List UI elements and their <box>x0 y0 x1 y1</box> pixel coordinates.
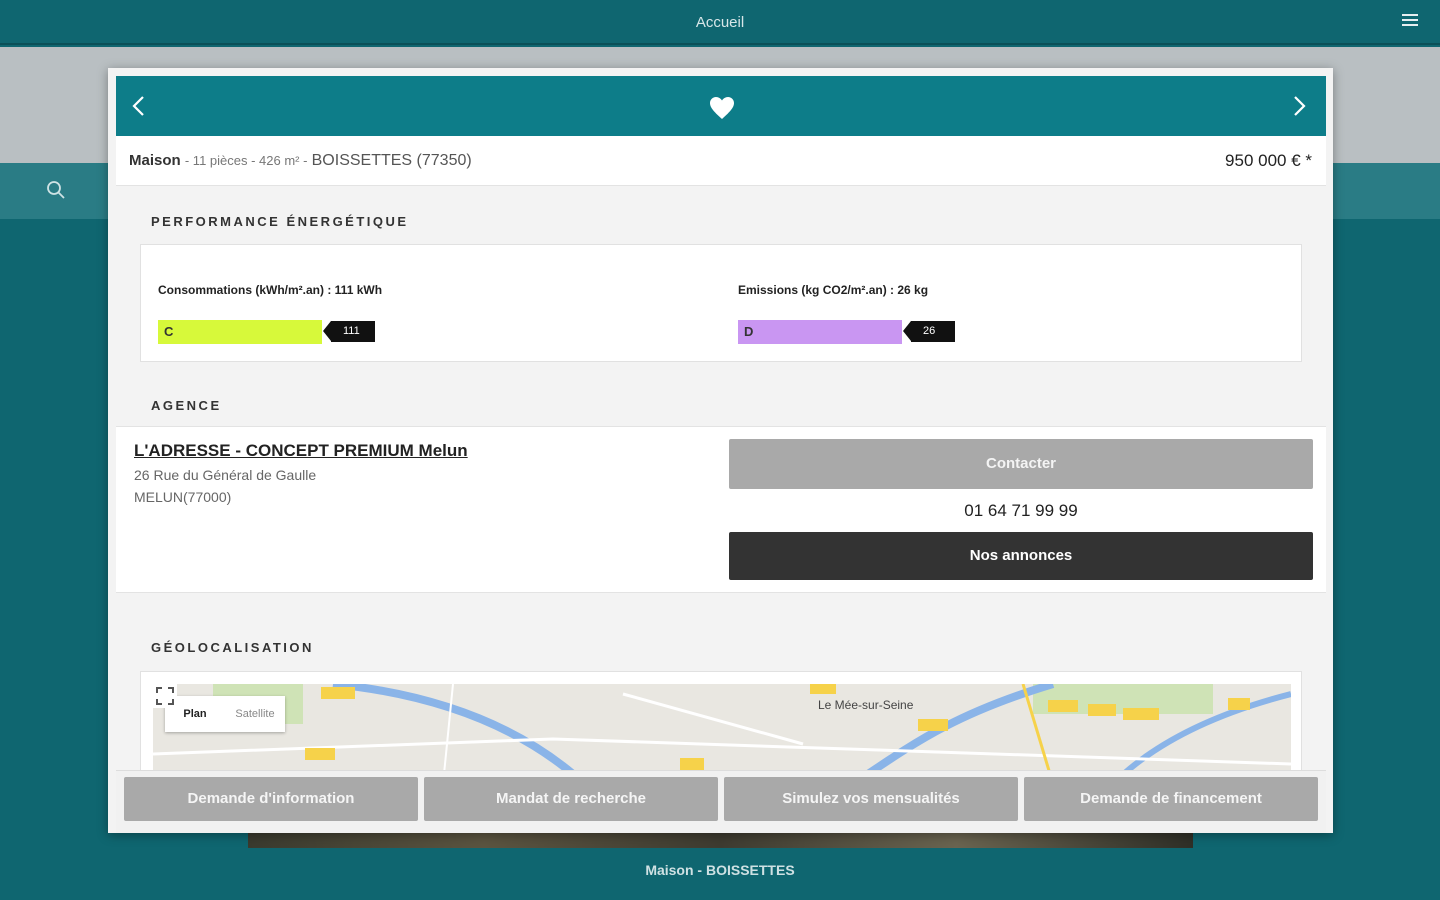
search-mandate-button[interactable]: Mandat de recherche <box>424 777 718 821</box>
agency-street: 26 Rue du Général de Gaulle <box>134 467 317 483</box>
energy-performance-panel: Consommations (kWh/m².an) : 111 kWh C 11… <box>140 244 1302 362</box>
geolocation-section-title: GÉOLOCALISATION <box>151 640 314 655</box>
information-request-button[interactable]: Demande d'information <box>124 777 418 821</box>
agency-city: MELUN(77000) <box>134 489 232 505</box>
chevron-right-icon[interactable] <box>1286 94 1310 118</box>
agency-name-link[interactable]: L'ADRESSE - CONCEPT PREMIUM Melun <box>134 441 468 461</box>
consumption-label: Consommations (kWh/m².an) : 111 kWh <box>158 283 383 297</box>
map-roads <box>153 684 1291 770</box>
consumption-grade-bar: C <box>158 320 322 344</box>
heart-icon[interactable] <box>709 96 735 120</box>
search-icon[interactable] <box>46 180 66 200</box>
background-photo <box>248 832 1193 848</box>
financing-request-button[interactable]: Demande de financement <box>1024 777 1318 821</box>
emissions-block: Emissions (kg CO2/m².an) : 26 kg D 26 <box>721 245 1281 361</box>
map-view[interactable]: Le Mée-sur-Seine Plan Satellite <box>153 684 1291 770</box>
property-price: 950 000 € * <box>1225 151 1312 170</box>
map-town-label: Le Mée-sur-Seine <box>818 698 914 712</box>
modal-header <box>116 76 1326 136</box>
emissions-grade-bar: D <box>738 320 902 344</box>
top-bar: Accueil <box>0 0 1440 45</box>
emissions-label: Emissions (kg CO2/m².an) : 26 kg <box>738 283 929 297</box>
fullscreen-icon[interactable] <box>153 684 177 708</box>
hamburger-menu-icon[interactable] <box>1402 14 1418 28</box>
listing-detail-modal: Maison - 11 pièces - 426 m² - BOISSETTES… <box>108 68 1333 833</box>
map-type-switch: Plan Satellite <box>165 696 285 732</box>
property-details: - 11 pièces - 426 m² - <box>184 153 308 168</box>
map-type-satellite[interactable]: Satellite <box>225 696 285 732</box>
map-frame: Le Mée-sur-Seine Plan Satellite <box>140 671 1302 771</box>
simulate-payments-button[interactable]: Simulez vos mensualités <box>724 777 1018 821</box>
emissions-value-tag: 26 <box>903 321 955 342</box>
agency-phone[interactable]: 01 64 71 99 99 <box>729 501 1313 521</box>
contact-button[interactable]: Contacter <box>729 439 1313 489</box>
our-listings-button[interactable]: Nos annonces <box>729 532 1313 580</box>
chevron-left-icon[interactable] <box>128 94 152 118</box>
energy-section-title: PERFORMANCE ÉNERGÉTIQUE <box>151 214 409 229</box>
agency-panel: L'ADRESSE - CONCEPT PREMIUM Melun 26 Rue… <box>116 426 1326 593</box>
listing-summary: Maison - 11 pièces - 426 m² - BOISSETTES… <box>116 136 1326 186</box>
consumption-value-tag: 111 <box>323 321 375 342</box>
app-title: Accueil <box>695 14 745 31</box>
listing-title: Maison - 11 pièces - 426 m² - BOISSETTES… <box>129 152 472 170</box>
agency-section-title: AGENCE <box>151 398 222 413</box>
action-bar: Demande d'information Mandat de recherch… <box>116 770 1326 833</box>
listing-caption: Maison - BOISSETTES <box>645 862 795 878</box>
consumption-block: Consommations (kWh/m².an) : 111 kWh C 11… <box>141 245 701 361</box>
property-city: BOISSETTES (77350) <box>311 152 472 169</box>
property-type: Maison <box>129 152 181 169</box>
